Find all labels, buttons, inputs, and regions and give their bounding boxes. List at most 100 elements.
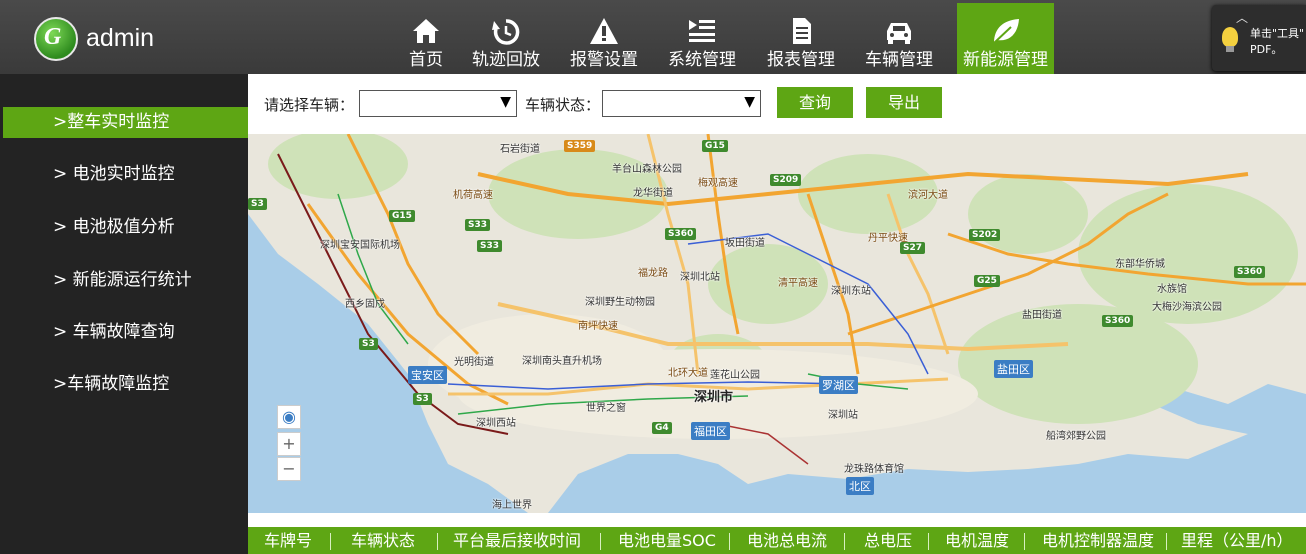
map-label: 船湾郊野公园 [1046,431,1106,442]
sidebar-item-battery-realtime-monitor[interactable]: > 电池实时监控 [3,159,248,190]
sidebar-item-vehicle-fault-query[interactable]: > 车辆故障查询 [3,317,248,348]
nav-system-management[interactable]: 系统管理 [665,3,739,74]
highway-shield: G15 [702,140,728,152]
highway-shield: S3 [413,393,432,405]
map-label: 世界之窗 [586,403,626,414]
car-icon [887,23,911,44]
map-label: 石岩街道 [500,144,540,155]
query-button[interactable]: 查询 [777,87,853,118]
district-label: 北区 [846,477,874,495]
column-header-last-receive-time[interactable]: 平台最后接收时间 [453,527,581,554]
status-select[interactable]: ▼ [602,90,761,117]
tooltip-panel: ︿ 单击"工具" PDF。 [1212,5,1306,71]
map-label: 光明街道 [454,357,494,368]
highway-shield: S359 [564,140,596,152]
nav-home[interactable]: 首页 [405,3,447,74]
highway-shield: S360 [1234,266,1266,278]
district-label: 福田区 [691,422,730,440]
sidebar-item-battery-extreme-analysis[interactable]: > 电池极值分析 [3,212,248,243]
chevron-up-icon[interactable]: ︿ [1236,9,1248,26]
highway-shield: S3 [359,338,378,350]
nav-track-replay[interactable]: 轨迹回放 [470,3,542,74]
home-icon [413,19,439,43]
road-label: 福龙路 [638,268,668,279]
road-label: 滨河大道 [908,190,948,201]
zoom-out-button[interactable]: − [277,457,301,481]
document-icon [793,18,811,44]
list-icon [689,20,715,42]
map-label: 西乡固戍 [345,299,385,310]
zoom-in-button[interactable]: + [277,432,301,456]
dropdown-arrow-icon: ▼ [500,94,511,110]
map-label: 龙华街道 [633,188,673,199]
highway-shield: S3 [248,198,267,210]
highway-shield: S360 [665,228,697,240]
map-label: 深圳东站 [831,286,871,297]
highway-shield: S209 [770,174,802,186]
map-label: 深圳站 [828,410,858,421]
column-header-motor-temp[interactable]: 电机温度 [945,527,1009,554]
map-label: 盐田街道 [1022,310,1062,321]
locate-icon[interactable]: ◉ [277,405,301,429]
map-label: 深圳西站 [476,418,516,429]
map-label: 莲花山公园 [710,370,760,381]
nav-alarm-settings[interactable]: 报警设置 [567,3,641,74]
road-label: 清平高速 [778,278,818,289]
dropdown-arrow-icon: ▼ [744,94,755,110]
filter-bar: 请选择车辆： ▼ 车辆状态： ▼ 查询 导出 [248,74,1306,134]
district-label: 罗湖区 [819,376,858,394]
lightbulb-icon [1222,27,1238,52]
nav-vehicle-management[interactable]: 车辆管理 [862,3,936,74]
highway-shield: S202 [969,229,1001,241]
column-header-plate[interactable]: 车牌号 [264,527,312,554]
map-view[interactable]: 石岩街道 羊台山森林公园 龙华街道 坂田街道 深圳北站 深圳东站 深圳野生动物园… [248,134,1306,513]
highway-shield: S27 [900,242,926,254]
nav-report-management[interactable]: 报表管理 [764,3,838,74]
column-header-status[interactable]: 车辆状态 [351,527,415,554]
map-label: 海上世界 [492,500,532,511]
road-label: 北环大道 [668,368,708,379]
table-header: 车牌号 车辆状态 平台最后接收时间 电池电量SOC 电池总电流 总电压 电机温度… [248,527,1306,554]
column-header-total-voltage[interactable]: 总电压 [864,527,912,554]
map-label: 深圳野生动物园 [585,297,655,308]
map-label: 深圳南头直升机场 [522,356,602,367]
city-label: 深圳市 [694,390,734,405]
sidebar-item-vehicle-fault-monitor[interactable]: >车辆故障监控 [3,369,248,400]
column-header-controller-temp[interactable]: 电机控制器温度 [1042,527,1154,554]
road-label: 南坪快速 [578,321,618,332]
top-navigation-bar: G admin 首页 轨迹回放 报警设置 系统管理 报表管理 车辆管理 新能源管… [0,0,1306,74]
road-label: 梅观高速 [698,178,738,189]
warning-icon [590,18,618,44]
map-canvas [248,134,1306,513]
sidebar-item-vehicle-realtime-monitor[interactable]: >整车实时监控 [3,107,248,138]
column-header-soc[interactable]: 电池电量SOC [618,527,716,554]
map-label: 深圳北站 [680,272,720,283]
highway-shield: S360 [1102,315,1134,327]
vehicle-select-label: 请选择车辆： [264,96,355,114]
sidebar-item-new-energy-stats[interactable]: > 新能源运行统计 [3,265,248,296]
brand-name: admin [86,24,155,52]
vehicle-select[interactable]: ▼ [359,90,517,117]
map-label: 大梅沙海滨公园 [1152,302,1222,313]
map-label: 东部华侨城 [1115,259,1165,270]
road-label: 机荷高速 [453,190,493,201]
nav-new-energy-management[interactable]: 新能源管理 [957,3,1054,74]
status-select-label: 车辆状态： [525,96,601,114]
column-header-battery-current[interactable]: 电池总电流 [747,527,827,554]
map-label: 坂田街道 [725,238,765,249]
sidebar: >整车实时监控 > 电池实时监控 > 电池极值分析 > 新能源运行统计 > 车辆… [0,74,248,554]
highway-shield: G4 [652,422,672,434]
highway-shield: S33 [477,240,503,252]
district-label: 盐田区 [994,360,1033,378]
brand-logo: G [34,17,78,61]
column-header-mileage[interactable]: 里程（公里/h） [1181,527,1293,554]
map-label: 龙珠路体育馆 [844,464,904,475]
highway-shield: S33 [465,219,491,231]
district-label: 宝安区 [408,366,447,384]
replay-icon [492,19,520,45]
leaf-icon [992,19,1019,44]
highway-shield: G15 [389,210,415,222]
export-button[interactable]: 导出 [866,87,942,118]
highway-shield: G25 [974,275,1000,287]
map-label: 羊台山森林公园 [612,164,682,175]
